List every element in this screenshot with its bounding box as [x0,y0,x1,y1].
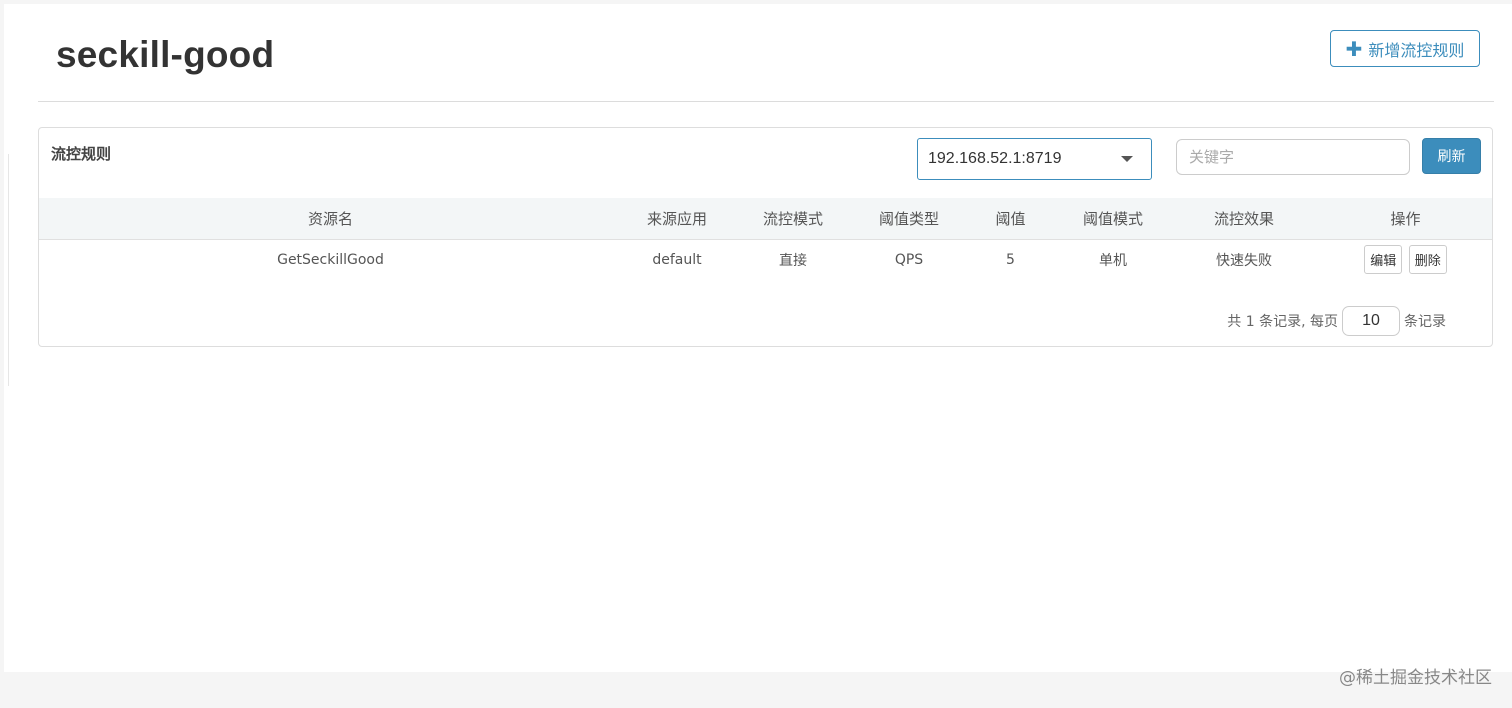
column-header: 来源应用 [622,198,732,240]
cell-origin-app: default [652,251,702,268]
chevron-down-icon [1121,156,1133,162]
column-header: 流控效果 [1169,198,1319,240]
cell-flow-mode: 直接 [779,252,807,269]
column-header: 阈值 [964,198,1057,240]
add-flow-rule-button[interactable]: ✚ 新增流控规则 [1330,30,1480,67]
page-size-input[interactable] [1342,306,1400,336]
left-edge-divider [4,154,9,386]
pagination-prefix: 共 1 条记录, 每页 [1227,314,1338,330]
machine-select[interactable]: 192.168.52.1:8719 [917,138,1152,180]
table-row: GetSeckillGood default 直接 QPS 5 单机 快速失败 … [39,239,1492,280]
refresh-button[interactable]: 刷新 [1422,138,1481,174]
keyword-search-input[interactable] [1176,139,1410,175]
pagination: 共 1 条记录, 每页 条记录 [1227,306,1446,336]
page-container: seckill-good ✚ 新增流控规则 流控规则 192.168.52.1:… [4,4,1512,672]
flow-rules-panel: 流控规则 192.168.52.1:8719 刷新 资源名 来源应用 [38,127,1493,347]
cell-flow-effect: 快速失败 [1216,252,1272,269]
cell-threshold-mode: 单机 [1099,252,1127,269]
page-title: seckill-good [56,34,275,75]
panel-title: 流控规则 [51,145,112,163]
plus-icon: ✚ [1345,36,1363,61]
machine-select-value: 192.168.52.1:8719 [928,150,1062,167]
add-flow-rule-label: 新增流控规则 [1368,40,1465,60]
title-divider [38,101,1494,102]
edit-button[interactable]: 编辑 [1364,245,1403,274]
watermark: @稀土掘金技术社区 [1339,668,1492,688]
cell-threshold: 5 [1006,251,1015,268]
column-header: 流控模式 [732,198,854,240]
flow-rules-table: 资源名 来源应用 流控模式 阈值类型 阈值 阈值模式 流控效果 操作 GetSe… [39,198,1492,280]
column-header: 阈值模式 [1057,198,1169,240]
column-header: 阈值类型 [854,198,964,240]
column-header: 资源名 [39,198,622,240]
delete-button[interactable]: 删除 [1408,245,1447,274]
table-header-row: 资源名 来源应用 流控模式 阈值类型 阈值 阈值模式 流控效果 操作 [39,198,1492,240]
cell-operations: 编辑 删除 [1319,239,1492,280]
column-header: 操作 [1319,198,1492,240]
cell-resource-name: GetSeckillGood [277,251,384,268]
pagination-suffix: 条记录 [1404,314,1446,330]
cell-threshold-type: QPS [894,251,924,268]
